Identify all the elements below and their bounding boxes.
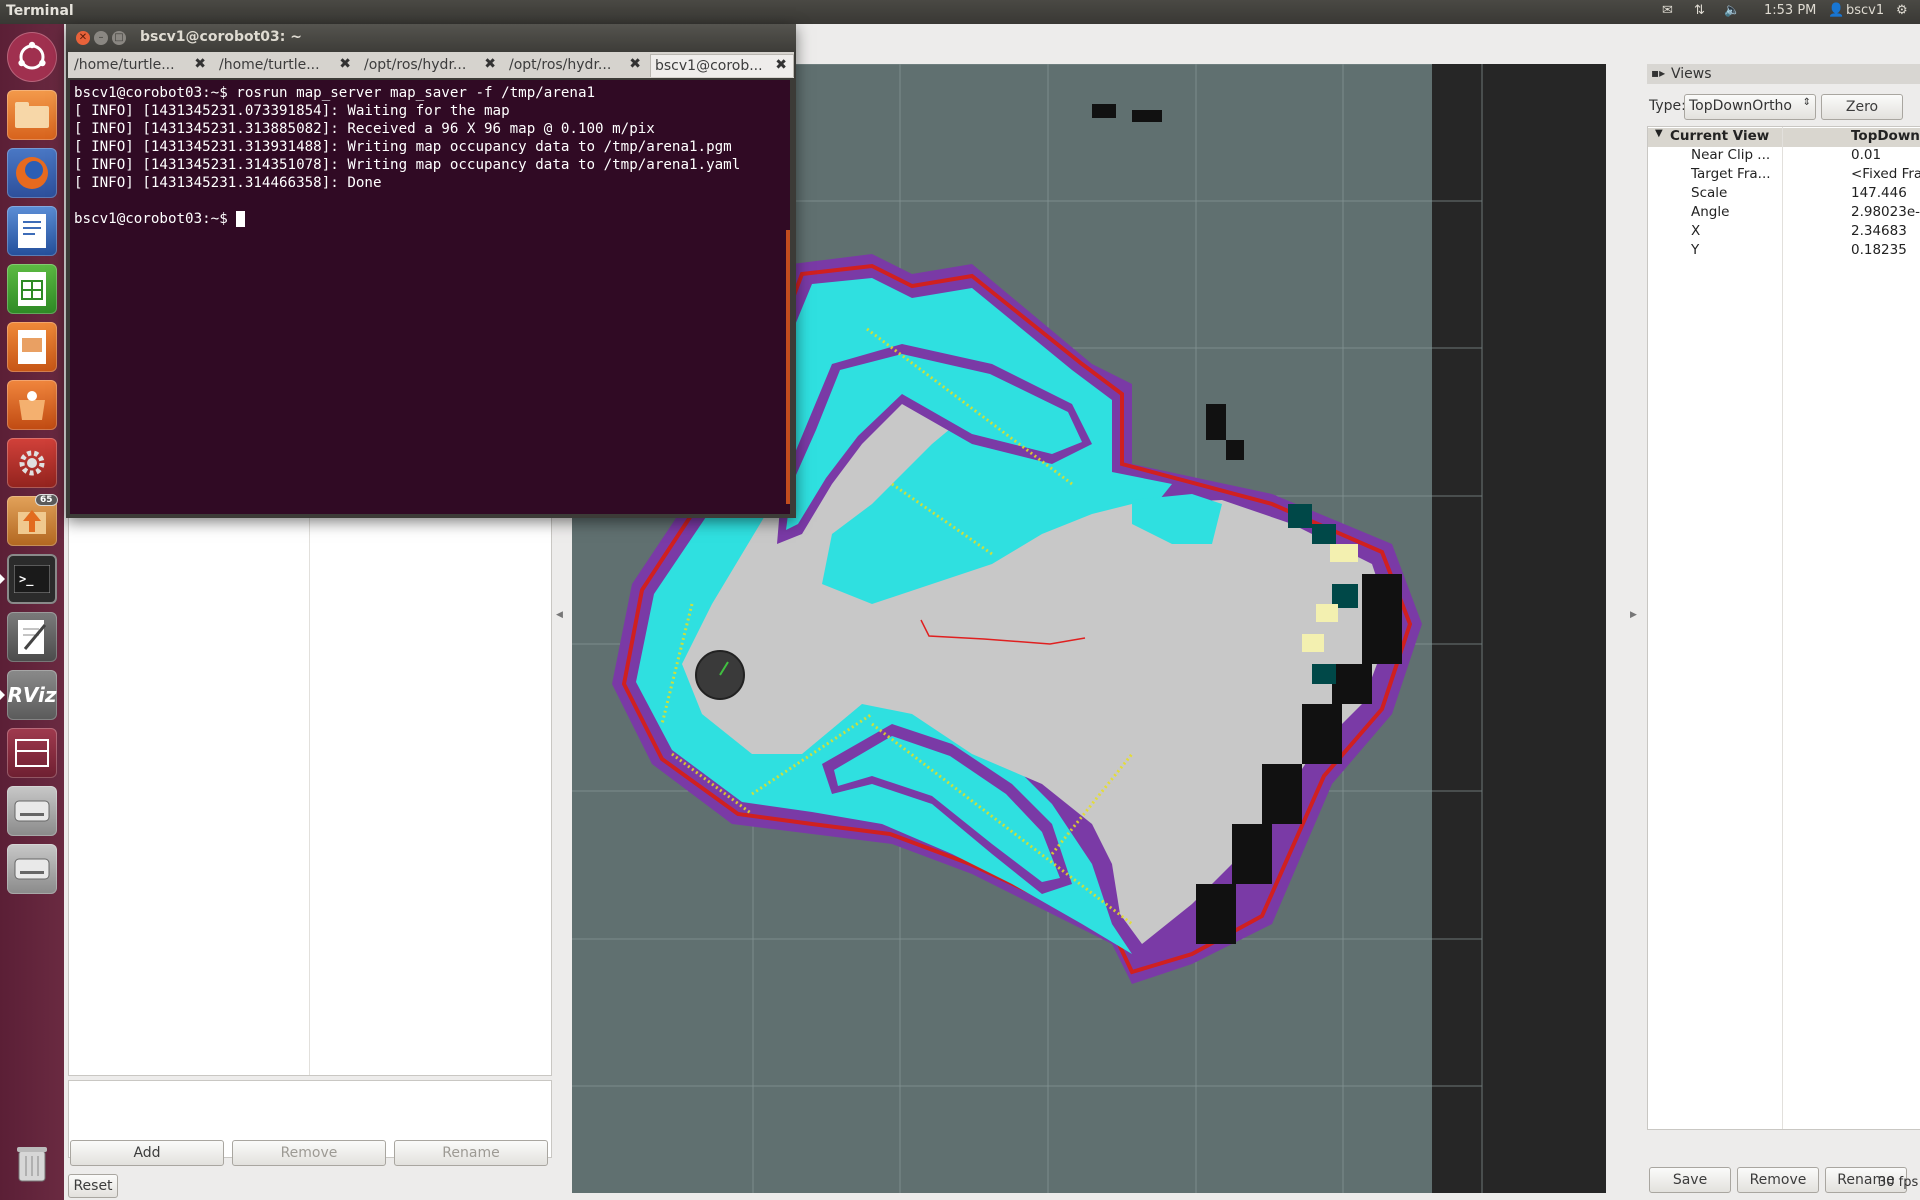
terminal-scrollbar[interactable] (786, 230, 790, 504)
terminal-line: [ INFO] [1431345231.313931488]: Writing … (74, 139, 732, 155)
type-label: Type: (1649, 98, 1686, 114)
current-view-row[interactable]: ▼ Current View TopDownOrtho ... (1648, 128, 1920, 147)
ubuntu-dash-icon[interactable] (7, 32, 57, 82)
terminal-prompt: bscv1@corobot03:~$ (74, 211, 237, 227)
views-title: Views (1671, 66, 1712, 82)
terminal-line: [ INFO] [1431345231.314466358]: Done (74, 175, 382, 191)
text-cursor (236, 211, 246, 227)
view-type-value: TopDownOrtho (1689, 98, 1792, 114)
view-type-select[interactable]: TopDownOrtho ⇕ (1684, 94, 1816, 120)
maximize-window-icon[interactable]: □ (112, 31, 126, 45)
active-app-title: Terminal (6, 3, 74, 19)
minimize-window-icon[interactable]: – (94, 31, 108, 45)
close-tab-icon[interactable]: ✖ (775, 57, 787, 73)
volume-icon[interactable]: 🔈 (1724, 3, 1740, 18)
y-row[interactable]: Y 0.18235 (1648, 242, 1920, 261)
collapse-left-handle[interactable]: ◀ (556, 610, 563, 620)
terminal-titlebar[interactable]: ✕ – □ bscv1@corobot03: ~ (66, 24, 796, 52)
terminal-tab[interactable]: /home/turtle... ✖ (70, 54, 212, 76)
close-tab-icon[interactable]: ✖ (194, 56, 206, 72)
text-editor-icon[interactable] (7, 612, 57, 662)
update-count-badge: 65 (35, 494, 58, 506)
terminal-tab[interactable]: /opt/ros/hydr... ✖ (360, 54, 502, 76)
files-icon[interactable] (7, 90, 57, 140)
firefox-icon[interactable] (7, 148, 57, 198)
close-tab-icon[interactable]: ✖ (484, 56, 496, 72)
impress-icon[interactable] (7, 322, 57, 372)
active-indicator (0, 574, 5, 584)
add-display-button[interactable]: Add (70, 1140, 224, 1166)
clock[interactable]: 1:53 PM (1764, 3, 1816, 18)
terminal-tab[interactable]: /home/turtle... ✖ (215, 54, 357, 76)
collapse-right-handle[interactable]: ▶ (1630, 610, 1637, 620)
terminal-icon[interactable]: >_ (7, 554, 57, 604)
remove-display-button[interactable]: Remove (232, 1140, 386, 1166)
terminal-window: ✕ – □ bscv1@corobot03: ~ /home/turtle...… (66, 24, 796, 518)
reset-button[interactable]: Reset (68, 1174, 118, 1198)
terminal-line: [ INFO] [1431345231.313885082]: Received… (74, 121, 655, 137)
expand-arrow-icon[interactable]: ▼ (1655, 128, 1663, 139)
x-row[interactable]: X 2.34683 (1648, 223, 1920, 242)
disk2-icon[interactable] (7, 844, 57, 894)
terminal-output[interactable]: bscv1@corobot03:~$ rosrun map_server map… (70, 80, 790, 514)
camera-icon: ▪▸ (1651, 66, 1666, 80)
terminal-tabbar: /home/turtle... ✖ /home/turtle... ✖ /opt/r… (68, 52, 794, 78)
top-panel: Terminal ✉ ⇅ 🔈 1:53 PM 👤 bscv1 ⚙ (0, 0, 1920, 24)
terminal-title: bscv1@corobot03: ~ (140, 29, 302, 45)
close-window-icon[interactable]: ✕ (76, 31, 90, 45)
network-icon[interactable]: ⇅ (1694, 3, 1705, 18)
fps-counter: 30 fps (1878, 1175, 1919, 1190)
views-panel: ▪▸ Views ✕ Type: TopDownOrtho ⇕ Zero ▼ C… (1647, 64, 1920, 1194)
displays-tree[interactable] (68, 514, 552, 1076)
user-name[interactable]: bscv1 (1846, 3, 1884, 18)
close-tab-icon[interactable]: ✖ (629, 56, 641, 72)
close-tab-icon[interactable]: ✖ (339, 56, 351, 72)
terminal-tab[interactable]: /opt/ros/hydr... ✖ (505, 54, 647, 76)
workspace-switcher-icon[interactable] (7, 728, 57, 778)
view-properties-tree[interactable]: ▼ Current View TopDownOrtho ... Near Cli… (1647, 126, 1920, 1130)
gear-icon[interactable]: ⚙ (1896, 3, 1908, 18)
angle-row[interactable]: Angle2.98023e-08 (1648, 204, 1920, 223)
svg-text:>_: >_ (19, 572, 34, 587)
trash-icon[interactable] (7, 1138, 57, 1188)
calc-icon[interactable] (7, 264, 57, 314)
launcher: 65 >_ RViz (0, 24, 65, 1200)
views-header: ▪▸ Views ✕ (1647, 64, 1920, 84)
software-center-icon[interactable] (7, 380, 57, 430)
terminal-line: [ INFO] [1431345231.073391854]: Waiting … (74, 103, 510, 119)
update-manager-icon[interactable]: 65 (7, 494, 58, 546)
scale-row[interactable]: Scale 147.446 (1648, 185, 1920, 204)
terminal-tab-active[interactable]: bscv1@corob... ✖ (650, 54, 794, 77)
mail-icon[interactable]: ✉ (1662, 3, 1673, 18)
disk-icon[interactable] (7, 786, 57, 836)
zero-button[interactable]: Zero (1821, 94, 1903, 120)
near-clip-row[interactable]: Near Clip ... 0.01 (1648, 147, 1920, 166)
user-icon: 👤 (1828, 3, 1845, 18)
writer-icon[interactable] (7, 206, 57, 256)
remove-view-button[interactable]: Remove (1737, 1167, 1819, 1193)
running-indicator (0, 690, 5, 700)
rviz-icon[interactable]: RViz (7, 670, 57, 720)
rename-display-button[interactable]: Rename (394, 1140, 548, 1166)
target-frame-row[interactable]: Target Fra...<Fixed Frame> (1648, 166, 1920, 185)
terminal-line: bscv1@corobot03:~$ rosrun map_server map… (74, 85, 596, 101)
spin-arrows-icon: ⇕ (1802, 97, 1811, 108)
rviz-label: RViz (7, 683, 57, 707)
terminal-line: [ INFO] [1431345231.314351078]: Writing … (74, 157, 741, 173)
save-view-button[interactable]: Save (1649, 1167, 1731, 1193)
settings-icon[interactable] (7, 438, 57, 488)
